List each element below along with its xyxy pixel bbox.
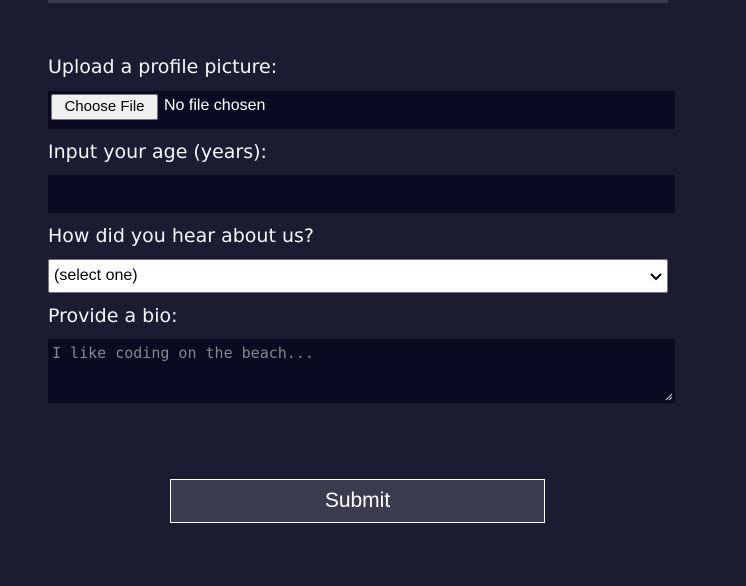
choose-file-button[interactable]: Choose File — [51, 94, 158, 120]
chevron-down-icon — [650, 273, 662, 281]
referrer-select[interactable]: (select one) — [48, 259, 668, 293]
signup-form-page: Upload a profile picture: Choose File No… — [0, 0, 746, 586]
bio-placeholder: I like coding on the beach... — [52, 344, 314, 362]
submit-button[interactable]: Submit — [170, 479, 545, 523]
upload-label: Upload a profile picture: — [48, 56, 278, 78]
referrer-label: How did you hear about us? — [48, 225, 314, 247]
section-divider — [48, 0, 668, 3]
profile-picture-file-input[interactable]: Choose File No file chosen — [48, 91, 675, 129]
age-input[interactable] — [48, 175, 675, 213]
file-status-text: No file chosen — [164, 97, 266, 114]
bio-label: Provide a bio: — [48, 305, 178, 327]
referrer-selected-value: (select one) — [54, 267, 138, 284]
resize-grip-icon[interactable] — [665, 393, 673, 401]
age-label: Input your age (years): — [48, 141, 267, 163]
bio-textarea[interactable]: I like coding on the beach... — [48, 339, 675, 403]
